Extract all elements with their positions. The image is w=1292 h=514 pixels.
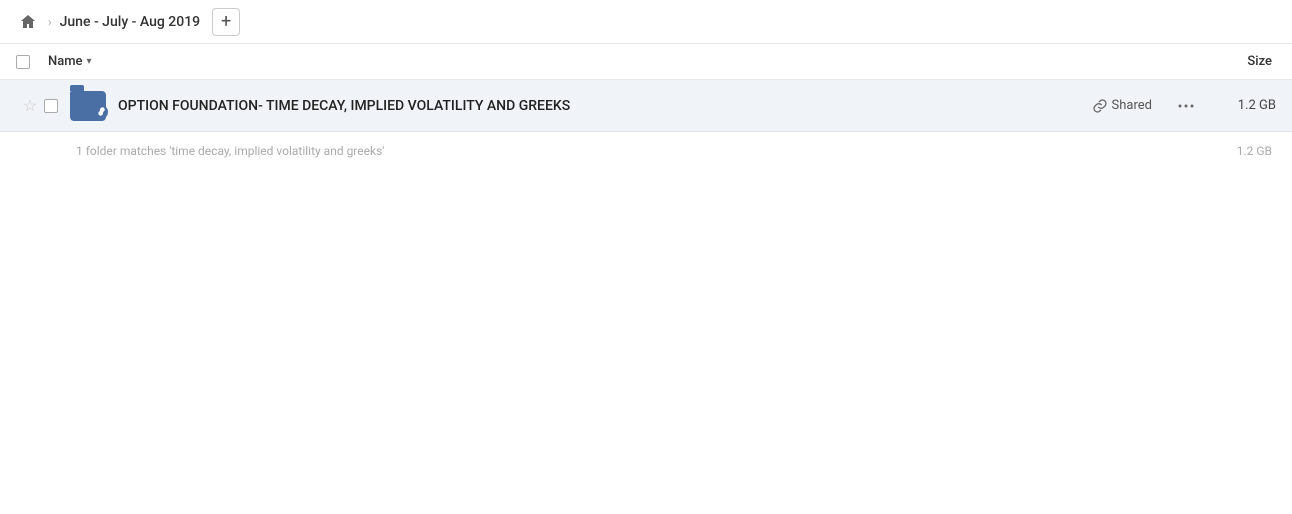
header-checkbox-col <box>16 55 48 69</box>
match-text: 1 folder matches 'time decay, implied vo… <box>76 144 384 158</box>
name-column-header[interactable]: Name ▾ <box>48 54 92 69</box>
row-checkbox-col <box>44 99 68 113</box>
match-info-row: 1 folder matches 'time decay, implied vo… <box>0 132 1292 170</box>
folder-icon-wrapper <box>68 86 108 126</box>
file-list-row[interactable]: ☆ OPTION FOUNDATION- TIME DECAY, IMPLIED… <box>0 80 1292 132</box>
breadcrumb-separator: › <box>48 15 52 29</box>
star-col: ☆ <box>16 96 44 115</box>
file-size-label: 1.2 GB <box>1216 98 1276 113</box>
name-header-label: Name <box>48 54 83 69</box>
add-button[interactable]: + <box>212 8 240 36</box>
sort-arrow-icon: ▾ <box>87 56 92 67</box>
breadcrumb-bar: › June - July - Aug 2019 + <box>0 0 1292 44</box>
link-icon <box>1093 99 1107 113</box>
star-icon[interactable]: ☆ <box>23 96 37 115</box>
breadcrumb-label[interactable]: June - July - Aug 2019 <box>60 14 201 30</box>
select-all-checkbox[interactable] <box>16 55 30 69</box>
column-header-row: Name ▾ Size <box>0 44 1292 80</box>
row-checkbox[interactable] <box>44 99 58 113</box>
home-icon[interactable] <box>16 10 40 34</box>
file-name-label: OPTION FOUNDATION- TIME DECAY, IMPLIED V… <box>118 98 1085 114</box>
shared-label: Shared <box>1112 98 1152 113</box>
size-column-header: Size <box>1247 54 1276 69</box>
match-size: 1.2 GB <box>1237 144 1276 158</box>
shared-badge: Shared <box>1085 94 1160 117</box>
more-options-button[interactable] <box>1172 92 1200 120</box>
